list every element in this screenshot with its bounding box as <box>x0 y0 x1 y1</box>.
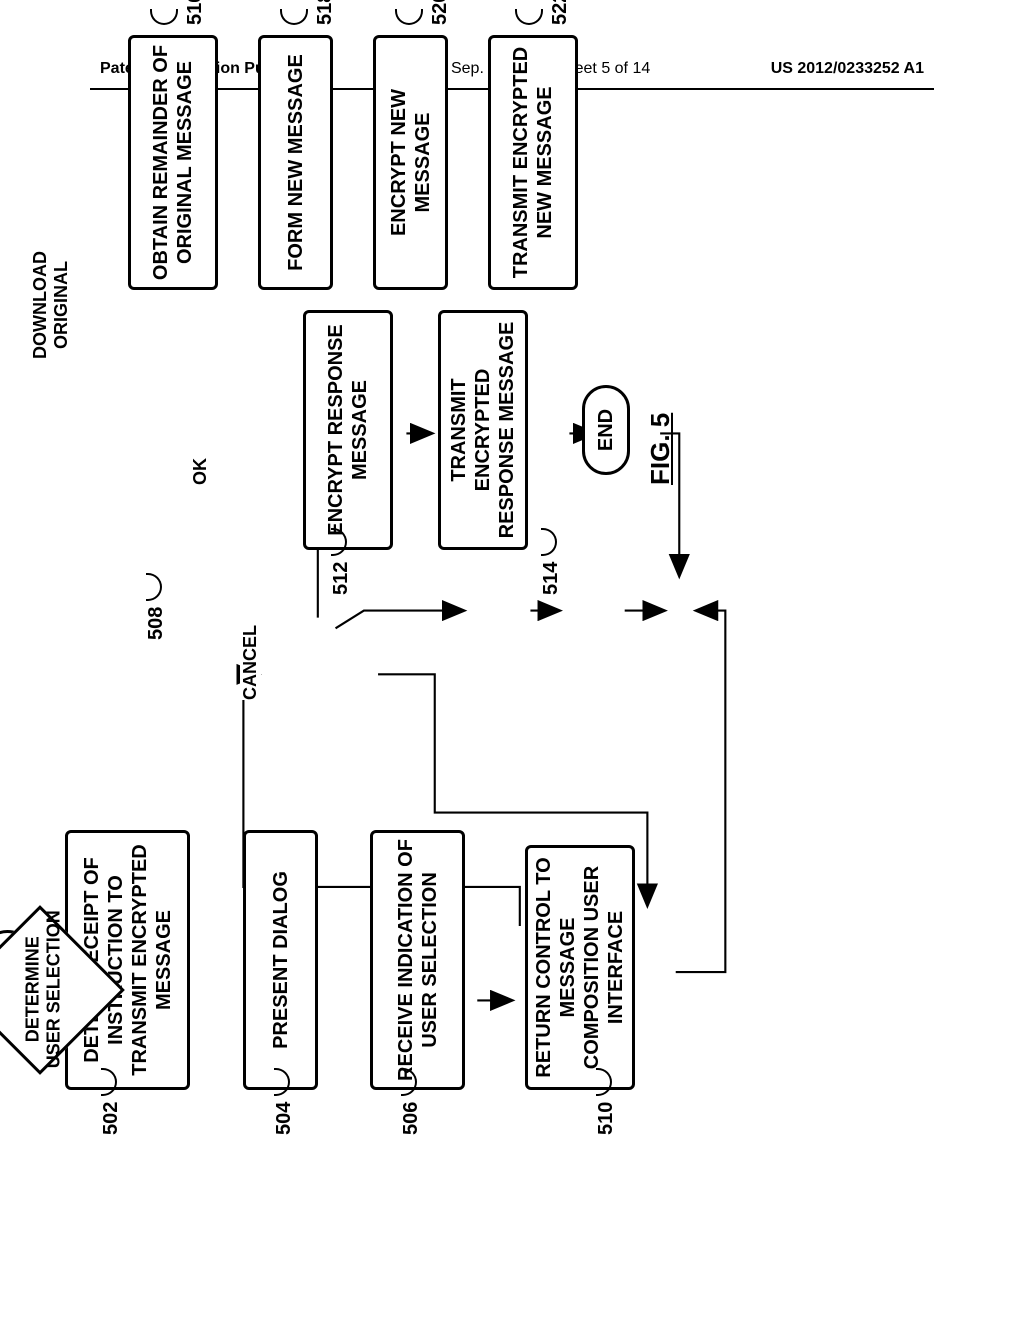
ref-arc-icon <box>280 9 308 25</box>
process-520: ENCRYPT NEW MESSAGE <box>373 35 448 290</box>
process-514-text: TRANSMIT ENCRYPTED RESPONSE MESSAGE <box>447 319 519 541</box>
ref-510: 510 <box>595 1068 618 1135</box>
ref-arc-icon <box>541 528 557 556</box>
ref-518: 518 <box>280 0 337 25</box>
process-518-text: FORM NEW MESSAGE <box>284 54 308 271</box>
process-512: ENCRYPT RESPONSE MESSAGE <box>303 310 393 550</box>
ref-508: 508 <box>145 573 168 640</box>
process-510-text: RETURN CONTROL TO MESSAGE COMPOSITION US… <box>532 854 628 1081</box>
process-514: TRANSMIT ENCRYPTED RESPONSE MESSAGE <box>438 310 528 550</box>
ref-516: 516 <box>150 0 207 25</box>
ref-arc-icon <box>146 573 162 601</box>
ref-522: 522 <box>515 0 572 25</box>
process-504: PRESENT DIALOG <box>243 830 318 1090</box>
ref-arc-icon <box>515 9 543 25</box>
process-518: FORM NEW MESSAGE <box>258 35 333 290</box>
ref-514: 514 <box>540 528 563 595</box>
process-516-text: OBTAIN REMAINDER OF ORIGINAL MESSAGE <box>149 44 197 281</box>
ref-512: 512 <box>330 528 353 595</box>
process-506-text: RECEIVE INDICATION OF USER SELECTION <box>394 839 442 1081</box>
process-512-text: ENCRYPT RESPONSE MESSAGE <box>324 319 372 541</box>
ref-arc-icon <box>331 528 347 556</box>
ref-arc-icon <box>401 1068 417 1096</box>
end-terminator: END <box>582 385 630 475</box>
process-522-text: TRANSMIT ENCRYPTED NEW MESSAGE <box>509 44 557 281</box>
edge-cancel: CANCEL <box>240 625 261 700</box>
process-520-text: ENCRYPT NEW MESSAGE <box>387 38 435 287</box>
ref-502: 502 <box>100 1068 123 1135</box>
ref-arc-icon <box>101 1068 117 1096</box>
process-506: RECEIVE INDICATION OF USER SELECTION <box>370 830 465 1090</box>
ref-arc-icon <box>596 1068 612 1096</box>
ref-504: 504 <box>273 1068 296 1135</box>
ref-arc-icon <box>395 9 423 25</box>
ref-arc-icon <box>150 9 178 25</box>
ref-520: 520 <box>395 0 452 25</box>
process-522: TRANSMIT ENCRYPTED NEW MESSAGE <box>488 35 578 290</box>
ref-arc-icon <box>274 1068 290 1096</box>
ref-506: 506 <box>400 1068 423 1135</box>
flowchart: START DETECT RECEIPT OF INSTRUCTION TO T… <box>0 320 1010 1050</box>
process-510: RETURN CONTROL TO MESSAGE COMPOSITION US… <box>525 845 635 1090</box>
edge-ok: OK <box>190 458 211 485</box>
end-label: END <box>594 409 618 451</box>
edge-download: DOWNLOAD ORIGINAL <box>30 240 72 370</box>
figure-label: FIG. 5 <box>645 413 676 485</box>
decision-508-text: DETERMINE USER SELECTION <box>23 910 64 1068</box>
process-516: OBTAIN REMAINDER OF ORIGINAL MESSAGE <box>128 35 218 290</box>
header-right: US 2012/0233252 A1 <box>771 60 924 78</box>
process-504-text: PRESENT DIALOG <box>269 871 293 1049</box>
